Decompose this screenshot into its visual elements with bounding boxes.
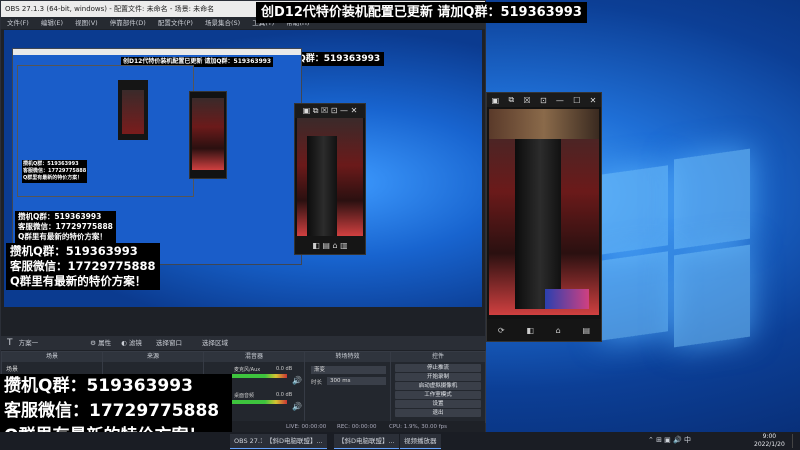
transitions-dock: 转场特效 渐变 时长 300 ms xyxy=(304,351,391,423)
duration-label: 时长 xyxy=(311,380,323,386)
studio-mode-button[interactable]: 工作室模式 xyxy=(395,391,481,399)
transitions-header: 转场特效 xyxy=(305,352,390,362)
nested-promo-line2: 客服微信：17729775888 xyxy=(18,222,113,231)
mixer-header: 混音器 xyxy=(204,352,304,362)
clock-time: 9:00 xyxy=(762,433,777,440)
show-desktop-button[interactable] xyxy=(792,434,799,448)
screenshot-icon[interactable]: ⧉ xyxy=(508,95,514,105)
obs-preview[interactable]: 创D12代特价装机配置已更新 请加Q群：519363993 创D12代特价装机配… xyxy=(4,30,482,307)
stop-streaming-button[interactable]: 停止推流 xyxy=(395,364,481,372)
mixer-track2-label: 桌面音频 xyxy=(234,393,255,399)
phone-footer-icons: ◧ ▤ ⌂ ▥ xyxy=(312,240,348,250)
exit-button[interactable]: 退出 xyxy=(395,409,481,417)
expand-icon[interactable]: ⊡ xyxy=(540,96,547,105)
taskbar: OBS 27.1.3 (64-bi... 【斜D电脑联盟】... 【斜D电脑联盟… xyxy=(0,432,800,450)
minimize-icon[interactable]: — xyxy=(556,96,564,105)
select-window-button[interactable]: 选择窗口 xyxy=(156,339,182,347)
nested-promo-line3: Q群里有最新的特价方案！ xyxy=(18,232,107,241)
nested-promo-line1: 攒机Q群：519363993 xyxy=(18,212,102,221)
nested-preview: 创D12代特价装机配置已更新 请加Q群：519363993 攒机Q群：51936… xyxy=(12,48,302,265)
promo-line2: 客服微信：17729775888 xyxy=(4,401,220,421)
source-name: 方案一 xyxy=(18,339,39,347)
nested-phone-window xyxy=(189,91,227,179)
back-icon[interactable]: ◧ xyxy=(526,326,534,335)
home-icon[interactable]: ⌂ xyxy=(556,326,561,335)
select-region-button[interactable]: 选择区域 xyxy=(202,339,228,347)
mixer-track1-db: 0.0 dB xyxy=(276,366,293,372)
properties-button[interactable]: ⚙ 属性 xyxy=(90,339,111,347)
mixer-track1-label: 麦克风/Aux xyxy=(234,367,261,373)
text-source-icon: T xyxy=(7,338,13,348)
sources-header: 来源 xyxy=(103,352,203,362)
preview-promo-line2: 客服微信：17729775888 xyxy=(10,259,156,273)
source-toolbar: T 方案一 ⚙ 属性 ◐ 滤镜 选择窗口 选择区域 xyxy=(1,336,485,350)
record-icon[interactable]: ☒ xyxy=(523,96,530,105)
transition-select[interactable]: 渐变 xyxy=(311,366,386,374)
taskbar-item-app2[interactable]: 【斜D电脑联盟】... xyxy=(334,434,399,449)
promo-line1: 攒机Q群：519363993 xyxy=(4,376,193,396)
duration-field[interactable]: 300 ms xyxy=(327,377,386,385)
phone-menu-icon: ▣ ⧉ ☒ ⊡ — ✕ xyxy=(302,106,358,115)
taskbar-item-player[interactable]: 视频播放器 xyxy=(400,434,441,449)
rotate-icon[interactable]: ⟳ xyxy=(498,326,505,335)
clock[interactable]: 9:00 2022/1/20 xyxy=(754,433,785,449)
phone-mirror-window: ▣ ⧉ ☒ ⊡ — ☐ ✕ ⟳ ◧ ⌂ ▤ xyxy=(486,92,602,342)
nested2-promo-line3: Q群里有最新的特价方案！ xyxy=(23,175,83,181)
start-recording-button[interactable]: 开始录制 xyxy=(395,373,481,381)
menu-scene-collection[interactable]: 场景集合(S) xyxy=(205,19,240,27)
pin-icon[interactable]: ▣ xyxy=(492,96,500,105)
menu-file[interactable]: 文件(F) xyxy=(7,19,29,27)
preview-phone-window: ▣ ⧉ ☒ ⊡ — ✕ ◧ ▤ ⌂ ▥ xyxy=(294,103,366,255)
close-icon[interactable]: ✕ xyxy=(590,96,597,105)
settings-button[interactable]: 设置 xyxy=(395,400,481,408)
controls-dock: 控件 停止推流 开始录制 启动虚拟摄像机 工作室模式 设置 退出 xyxy=(390,351,486,423)
obs-window: OBS 27.1.3 (64-bit, windows) - 配置文件: 未命名… xyxy=(0,0,486,434)
mixer-track2-db: 0.0 dB xyxy=(276,392,293,398)
menu-view[interactable]: 视图(V) xyxy=(75,19,98,27)
scenes-header: 场景 xyxy=(2,352,102,362)
nested2-promo-line1: 攒机Q群：519363993 xyxy=(23,161,79,167)
windows-logo-icon xyxy=(600,148,750,350)
controls-header: 控件 xyxy=(391,352,485,362)
recents-icon[interactable]: ▤ xyxy=(583,326,591,335)
clock-date: 2022/1/20 xyxy=(754,441,785,448)
tray-icons[interactable]: ⌃ ⊞ ▣ 🔊 中 xyxy=(648,435,691,445)
speaker-icon-2[interactable]: 🔊 xyxy=(292,402,302,411)
filters-button[interactable]: ◐ 滤镜 xyxy=(121,339,142,347)
top-banner: 创D12代特价装机配置已更新 请加Q群：519363993 xyxy=(256,2,587,23)
nested2-promo-line2: 客服微信：17729775888 xyxy=(23,168,87,174)
speaker-icon[interactable]: 🔊 xyxy=(292,376,302,385)
menu-docks[interactable]: 停靠部件(D) xyxy=(110,19,146,27)
menu-edit[interactable]: 编辑(E) xyxy=(41,19,63,27)
maximize-icon[interactable]: ☐ xyxy=(573,96,580,105)
nested-preview-inner: 攒机Q群：519363993 客服微信：17729775888 Q群里有最新的特… xyxy=(17,65,194,197)
taskbar-item-app1[interactable]: 【斜D电脑联盟】... xyxy=(262,434,327,449)
obs-title: OBS 27.1.3 (64-bit, windows) - 配置文件: 未命名… xyxy=(5,5,215,13)
menu-profile[interactable]: 配置文件(P) xyxy=(158,19,193,27)
virtual-camera-button[interactable]: 启动虚拟摄像机 xyxy=(395,382,481,390)
preview-promo-line1: 攒机Q群：519363993 xyxy=(10,244,138,258)
preview-promo-line3: Q群里有最新的特价方案！ xyxy=(10,274,147,288)
